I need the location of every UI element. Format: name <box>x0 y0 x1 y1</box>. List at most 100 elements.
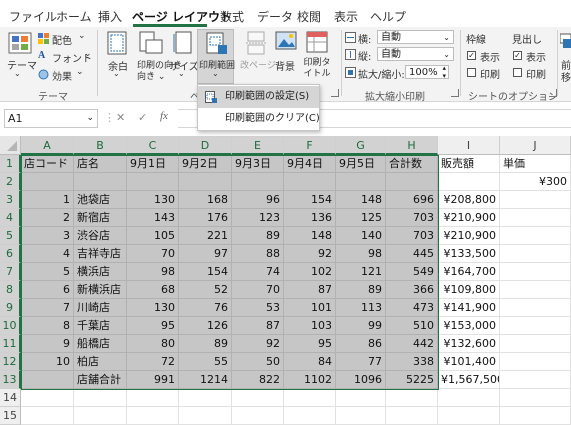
cell-g4[interactable]: 125 <box>336 209 386 227</box>
column-header-g[interactable]: G <box>336 136 386 155</box>
cell-i6[interactable]: ¥133,500 <box>438 245 500 263</box>
cell-d5[interactable]: 221 <box>179 227 232 245</box>
row-header-11[interactable]: 11 <box>0 335 21 353</box>
row-header-3[interactable]: 3 <box>0 191 21 209</box>
colors-button[interactable]: 配色 ⌄ <box>38 31 88 47</box>
cell-g3[interactable]: 148 <box>336 191 386 209</box>
cancel-icon[interactable]: ✕ <box>116 111 125 124</box>
scale-spinner[interactable]: 100% ▴ ▾ <box>405 64 449 80</box>
cell-e13[interactable]: 822 <box>232 371 284 389</box>
cell-j8[interactable] <box>500 281 571 299</box>
cell-d2[interactable] <box>179 173 232 191</box>
cell-c1[interactable]: 9月1日 <box>127 155 179 173</box>
gridlines-print-checkbox[interactable] <box>467 68 476 77</box>
cell-h1[interactable]: 合計数 <box>386 155 438 173</box>
cell-e8[interactable]: 70 <box>232 281 284 299</box>
cell-c13[interactable]: 991 <box>127 371 179 389</box>
column-header-f[interactable]: F <box>284 136 336 155</box>
row-header-10[interactable]: 10 <box>0 317 21 335</box>
cell-i11[interactable]: ¥132,600 <box>438 335 500 353</box>
cell-i14[interactable] <box>438 389 500 407</box>
headings-print-checkbox[interactable] <box>513 68 522 77</box>
themes-button[interactable] <box>8 31 32 58</box>
cell-f11[interactable]: 95 <box>284 335 336 353</box>
cell-j10[interactable] <box>500 317 571 335</box>
column-header-a[interactable]: A <box>21 136 74 155</box>
margins-button[interactable]: 余白 ⌄ <box>104 31 132 83</box>
cell-c15[interactable] <box>127 407 179 425</box>
cell-d12[interactable]: 55 <box>179 353 232 371</box>
cell-h2[interactable] <box>386 173 438 191</box>
cell-i9[interactable]: ¥141,900 <box>438 299 500 317</box>
cell-i4[interactable]: ¥210,900 <box>438 209 500 227</box>
cell-f9[interactable]: 101 <box>284 299 336 317</box>
cell-j9[interactable] <box>500 299 571 317</box>
cell-h10[interactable]: 510 <box>386 317 438 335</box>
cell-a10[interactable]: 8 <box>21 317 74 335</box>
cell-a8[interactable]: 6 <box>21 281 74 299</box>
cell-d10[interactable]: 126 <box>179 317 232 335</box>
tab-file[interactable]: ファイル <box>9 8 57 25</box>
column-header-e[interactable]: E <box>232 136 284 155</box>
row-header-14[interactable]: 14 <box>0 389 21 407</box>
cell-h12[interactable]: 338 <box>386 353 438 371</box>
cell-g7[interactable]: 121 <box>336 263 386 281</box>
cell-g2[interactable] <box>336 173 386 191</box>
cell-e14[interactable] <box>232 389 284 407</box>
print-titles-button[interactable]: 印刷タイトル <box>300 31 334 83</box>
cell-f15[interactable] <box>284 407 336 425</box>
cell-j1[interactable]: 単価 <box>500 155 571 173</box>
row-header-5[interactable]: 5 <box>0 227 21 245</box>
cell-c8[interactable]: 68 <box>127 281 179 299</box>
cell-a14[interactable] <box>21 389 74 407</box>
row-header-2[interactable]: 2 <box>0 173 21 191</box>
cell-b14[interactable] <box>74 389 127 407</box>
cell-a9[interactable]: 7 <box>21 299 74 317</box>
cell-c6[interactable]: 70 <box>127 245 179 263</box>
size-button[interactable]: サイズ ⌄ <box>168 31 199 83</box>
cell-h8[interactable]: 366 <box>386 281 438 299</box>
cell-c14[interactable] <box>127 389 179 407</box>
row-header-4[interactable]: 4 <box>0 209 21 227</box>
row-header-15[interactable]: 15 <box>0 407 21 425</box>
cell-g6[interactable]: 98 <box>336 245 386 263</box>
cell-i13[interactable]: ¥1,567,500 <box>438 371 500 389</box>
cell-e15[interactable] <box>232 407 284 425</box>
cell-j2[interactable]: ¥300 <box>500 173 571 191</box>
cell-i12[interactable]: ¥101,400 <box>438 353 500 371</box>
cell-a11[interactable]: 9 <box>21 335 74 353</box>
tab-review[interactable]: 校閲 <box>297 8 321 25</box>
cell-i8[interactable]: ¥109,800 <box>438 281 500 299</box>
cell-g9[interactable]: 113 <box>336 299 386 317</box>
cell-a4[interactable]: 2 <box>21 209 74 227</box>
cell-a15[interactable] <box>21 407 74 425</box>
tab-page-layout[interactable]: ページ レイアウト <box>132 8 232 25</box>
cell-e11[interactable]: 92 <box>232 335 284 353</box>
cell-b11[interactable]: 船橋店 <box>74 335 127 353</box>
cell-e1[interactable]: 9月3日 <box>232 155 284 173</box>
cell-j11[interactable] <box>500 335 571 353</box>
tab-help[interactable]: ヘルプ <box>370 8 406 25</box>
row-header-9[interactable]: 9 <box>0 299 21 317</box>
cell-i5[interactable]: ¥210,900 <box>438 227 500 245</box>
cell-d8[interactable]: 52 <box>179 281 232 299</box>
cell-d13[interactable]: 1214 <box>179 371 232 389</box>
select-all-button[interactable] <box>0 136 21 155</box>
row-header-8[interactable]: 8 <box>0 281 21 299</box>
cell-j5[interactable] <box>500 227 571 245</box>
cell-f8[interactable]: 87 <box>284 281 336 299</box>
cell-h13[interactable]: 5225 <box>386 371 438 389</box>
cell-f12[interactable]: 84 <box>284 353 336 371</box>
cell-g13[interactable]: 1096 <box>336 371 386 389</box>
cell-b6[interactable]: 吉祥寺店 <box>74 245 127 263</box>
cell-a12[interactable]: 10 <box>21 353 74 371</box>
cell-h3[interactable]: 696 <box>386 191 438 209</box>
tab-data[interactable]: データ <box>257 8 293 25</box>
menu-item-clear-print-area[interactable]: 印刷範囲のクリア(C) <box>198 108 320 130</box>
cell-a3[interactable]: 1 <box>21 191 74 209</box>
cell-f6[interactable]: 92 <box>284 245 336 263</box>
headings-view-checkbox[interactable]: ✓ <box>513 51 522 60</box>
gridlines-view-checkbox[interactable]: ✓ <box>467 51 476 60</box>
cell-h9[interactable]: 473 <box>386 299 438 317</box>
cell-c4[interactable]: 143 <box>127 209 179 227</box>
